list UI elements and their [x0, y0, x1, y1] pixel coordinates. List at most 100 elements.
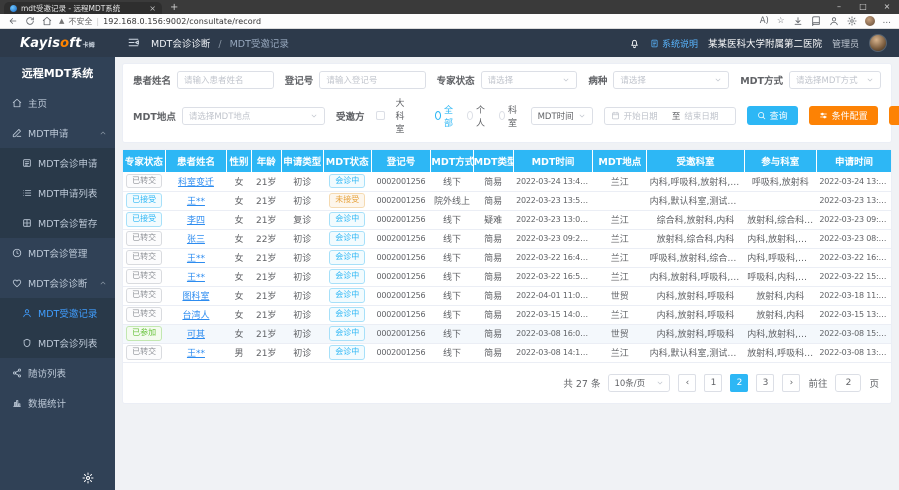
collections-icon[interactable]	[811, 16, 821, 26]
sidebar-item-mdt-apply-list[interactable]: MDT申请列表	[0, 178, 115, 208]
sidebar-item-mdt-apply[interactable]: MDT申请	[0, 118, 115, 148]
chevron-down	[866, 76, 874, 84]
patient-name-link[interactable]: 王**	[187, 254, 205, 264]
mdt-location-select[interactable]: 请选择MDT地点	[182, 107, 325, 125]
table-config-button[interactable]: 表格配置	[889, 106, 899, 125]
browser-tab[interactable]: mdt受邀记录 - 远程MDT系统 ×	[4, 2, 162, 14]
prev-page-button[interactable]: ‹	[678, 374, 696, 392]
new-tab-button[interactable]: +	[170, 2, 178, 13]
breadcrumb-parent[interactable]: MDT会诊诊断	[151, 39, 210, 50]
browser-settings-icon[interactable]	[847, 16, 857, 26]
patient-name-link[interactable]: 图科室	[182, 292, 209, 302]
sidebar-collapse-icon[interactable]	[127, 36, 141, 50]
patient-name-link[interactable]: 王**	[187, 349, 205, 359]
sidebar-item-label: MDT申请列表	[38, 186, 97, 200]
mdt-time-cell: 2022-03-23 13:50:00	[513, 191, 593, 210]
sidebar-item-label: 主页	[28, 96, 47, 110]
page-button-3[interactable]: 3	[756, 374, 774, 392]
user-avatar[interactable]	[869, 34, 887, 52]
search-button[interactable]: 查询	[747, 106, 798, 125]
sidebar-item-mdt-consult-draft[interactable]: MDT会诊暂存	[0, 208, 115, 238]
profile-icon[interactable]	[829, 16, 839, 26]
expert-status-tag: 已转交	[123, 286, 165, 305]
window-close-button[interactable]: ×	[875, 0, 899, 14]
favorite-star-icon[interactable]: ☆	[777, 16, 785, 26]
sidebar-item-mdt-consult-diagnose[interactable]: MDT会诊诊断	[0, 268, 115, 298]
expert-status-select[interactable]: 请选择	[481, 71, 578, 89]
mdt-status-tag: 会诊中	[329, 174, 365, 188]
date-range-picker[interactable]: 开始日期 至 结束日期	[604, 107, 736, 125]
system-help-link[interactable]: 系统说明	[650, 37, 698, 50]
patient-name-link[interactable]: 张三	[187, 235, 205, 245]
window-maximize-button[interactable]: □	[851, 0, 875, 14]
patient-name-link[interactable]: 王**	[187, 273, 205, 283]
apply-type-cell: 初诊	[281, 343, 323, 362]
register-no-cell: 0002001256	[371, 191, 431, 210]
gender-cell: 男	[227, 343, 252, 362]
patient-name-link: 可其	[165, 324, 226, 343]
read-aloud-icon[interactable]: A)	[760, 16, 769, 26]
patient-name-link: 张三	[165, 229, 226, 248]
patient-name-link: 科室变迁	[165, 172, 226, 191]
page-size-select[interactable]: 10条/页	[608, 374, 670, 392]
browser-avatar[interactable]	[865, 16, 875, 26]
apply-type-cell: 初诊	[281, 191, 323, 210]
expert-status-tag: 已接受	[126, 212, 162, 226]
expert-status-tag: 已转交	[126, 174, 162, 188]
radio-all[interactable]: 全部	[435, 103, 456, 129]
sidebar-item-mdt-consult-manage[interactable]: MDT会诊管理	[0, 238, 115, 268]
filter-panel: 患者姓名请输入患者姓名登记号请输入登记号专家状态请选择病种请选择MDT方式请选择…	[122, 63, 892, 143]
back-icon[interactable]	[8, 16, 18, 26]
patient-name-input[interactable]: 请输入患者姓名	[177, 71, 274, 89]
patient-name-link[interactable]: 可其	[187, 330, 205, 340]
radio-personal[interactable]: 个人	[467, 103, 488, 129]
page-button-2[interactable]: 2	[730, 374, 748, 392]
disease-select[interactable]: 请选择	[613, 71, 729, 89]
mdt-time-select[interactable]: MDT时间	[531, 107, 593, 125]
register-no-cell: 0002001256	[371, 248, 431, 267]
patient-name-link[interactable]: 科室变迁	[178, 178, 214, 188]
page-button-1[interactable]: 1	[704, 374, 722, 392]
placeholder: 请选择	[488, 74, 559, 86]
goto-label: 前往	[808, 376, 827, 390]
notification-bell-icon[interactable]	[629, 38, 640, 49]
gender-cell: 女	[227, 248, 252, 267]
clock-icon	[12, 248, 22, 258]
goto-page-input[interactable]: 2	[835, 374, 861, 392]
settings-gear-icon[interactable]	[82, 472, 94, 484]
sidebar-item-follow-up-list[interactable]: 随访列表	[0, 358, 115, 388]
condition-config-button[interactable]: 条件配置	[809, 106, 878, 125]
patient-name-link[interactable]: 台湾人	[182, 311, 209, 321]
mdt-mode-select[interactable]: 请选择MDT方式	[789, 71, 881, 89]
sidebar-item-mdt-consult-apply[interactable]: MDT会诊申请	[0, 148, 115, 178]
doc-icon	[650, 39, 659, 48]
mdt-mode-cell: 线下	[431, 286, 473, 305]
tab-close-icon[interactable]: ×	[149, 4, 156, 13]
next-page-button[interactable]: ›	[782, 374, 800, 392]
address-field[interactable]: ▲ 不安全 | 192.168.0.156:9002/consultate/re…	[59, 16, 261, 27]
sidebar-item-home[interactable]: 主页	[0, 88, 115, 118]
sidebar-item-statistics[interactable]: 数据统计	[0, 388, 115, 418]
window-minimize-button[interactable]: –	[827, 0, 851, 14]
browser-home-icon[interactable]	[42, 16, 52, 26]
age-cell: 22岁	[251, 229, 281, 248]
sidebar-item-mdt-consult-list[interactable]: MDT会诊列表	[0, 328, 115, 358]
radio-department[interactable]: 科室	[499, 103, 520, 129]
expert-status-tag: 已转交	[123, 305, 165, 324]
joined-depts-cell: 放射科,呼吸科,默认科室,测试科室	[744, 343, 816, 362]
browser-menu-icon[interactable]: …	[883, 16, 892, 26]
column-header: 受邀科室	[647, 150, 745, 172]
patient-name-link[interactable]: 王**	[187, 197, 205, 207]
major-dept-checkbox[interactable]	[376, 111, 385, 120]
chart-icon	[12, 398, 22, 408]
sidebar-item-mdt-invited-records[interactable]: MDT受邀记录	[0, 298, 115, 328]
form-icon	[22, 158, 32, 168]
download-icon[interactable]	[793, 16, 803, 26]
refresh-icon[interactable]	[25, 16, 35, 26]
patient-name-link[interactable]: 李四	[187, 216, 205, 226]
placeholder: 请输入患者姓名	[184, 74, 267, 86]
mdt-type-cell: 简易	[473, 172, 513, 191]
column-header: 性别	[227, 150, 252, 172]
apply-time-cell: 2022-03-18 11:28:25	[816, 286, 891, 305]
register-no-input[interactable]: 请输入登记号	[319, 71, 425, 89]
